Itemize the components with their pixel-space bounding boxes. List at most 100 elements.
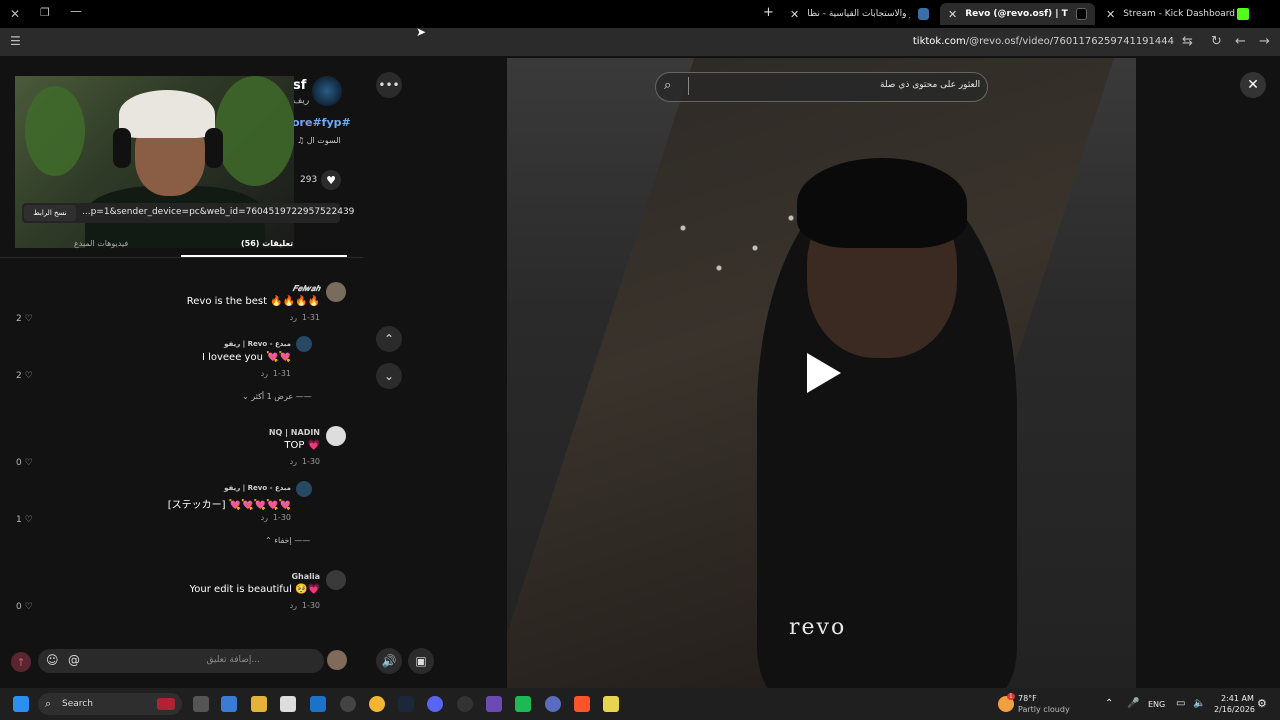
discord-icon[interactable] xyxy=(427,696,443,712)
commenter-avatar[interactable] xyxy=(296,336,312,352)
tab-creator-videos[interactable]: فيديوهات المبدع xyxy=(74,239,128,248)
commenter-name[interactable]: NQ | NADIN xyxy=(269,428,320,437)
clock-time[interactable]: 2:41 AM xyxy=(1221,694,1254,703)
chrome-icon[interactable] xyxy=(369,696,385,712)
windows-start-icon[interactable] xyxy=(13,696,29,712)
tab-kick[interactable]: ✕ Stream - Kick Dashboard xyxy=(1098,3,1258,25)
comment-text: [ステッカー] 💘💘💘💘💘 xyxy=(167,500,291,511)
post-hashtags[interactable]: ore#fyp# xyxy=(292,116,351,129)
view-more-replies[interactable]: ⌄ عرض 1 أكثر —— xyxy=(242,392,312,401)
hide-replies[interactable]: ⌃ إخفاء —— xyxy=(265,536,310,545)
settings-icon[interactable] xyxy=(340,696,356,712)
video-player[interactable]: revo xyxy=(507,58,1136,688)
app-icon[interactable] xyxy=(457,696,473,712)
comment-like[interactable]: 2 ♡ xyxy=(16,371,33,381)
reply-link[interactable]: رد xyxy=(261,513,268,522)
tab-title: Stream - Kick Dashboard xyxy=(1123,9,1236,19)
close-window-icon[interactable]: ✕ xyxy=(10,7,20,21)
post-sound[interactable]: ♫ السوت ال xyxy=(297,136,341,145)
comment-date: 1-31 xyxy=(301,313,320,322)
mention-icon[interactable]: @ xyxy=(68,653,82,667)
reply-link[interactable]: رد xyxy=(290,313,297,322)
app-icon[interactable] xyxy=(545,696,561,712)
forward-icon[interactable]: → xyxy=(1259,34,1270,49)
speaker-icon[interactable]: 🔈 xyxy=(1193,698,1205,709)
mail-icon[interactable] xyxy=(310,696,326,712)
taskbar-search-label: Search xyxy=(62,699,93,709)
close-tab-icon[interactable]: ✕ xyxy=(948,8,957,21)
back-icon[interactable]: ← xyxy=(1235,34,1246,49)
tab-title: Revo (@revo.osf) | TikTok | ريفو xyxy=(965,9,1068,19)
send-button[interactable]: ↑ xyxy=(11,652,31,672)
gamepad-icon[interactable] xyxy=(486,696,502,712)
like-button[interactable]: ♥ xyxy=(321,170,341,190)
user-avatar[interactable] xyxy=(327,650,347,670)
close-tab-icon[interactable]: ✕ xyxy=(790,8,799,21)
search-icon[interactable]: ⌕ xyxy=(664,78,671,93)
microphone-icon[interactable]: 🎤 xyxy=(1127,698,1139,709)
commenter-avatar[interactable] xyxy=(296,481,312,497)
next-video-button[interactable]: ⌄ xyxy=(376,363,402,389)
commenter-avatar[interactable] xyxy=(326,282,346,302)
author-name[interactable]: sf xyxy=(293,78,306,93)
new-tab-icon[interactable]: + xyxy=(763,5,774,20)
language-indicator[interactable]: ENG xyxy=(1148,700,1165,709)
comment-text: Your edit is beautiful 🥺💗 xyxy=(189,584,320,595)
network-icon[interactable]: ▭ xyxy=(1176,698,1185,709)
tab-comments[interactable]: تعليقات (56) xyxy=(241,239,293,248)
comment-like[interactable]: 0 ♡ xyxy=(16,458,33,468)
comment-like[interactable]: 0 ♡ xyxy=(16,602,33,612)
volume-button[interactable]: 🔊 xyxy=(376,648,402,674)
comment-date: 1-30 xyxy=(301,601,320,610)
file-explorer-icon[interactable] xyxy=(251,696,267,712)
search-icon: ⌕ xyxy=(45,697,52,710)
commenter-name[interactable]: Ghalia xyxy=(291,572,320,581)
commenter-avatar[interactable] xyxy=(326,570,346,590)
tune-icon[interactable]: ⇆ xyxy=(1182,34,1193,49)
menu-icon[interactable]: ☰ xyxy=(10,34,21,48)
chevron-up-icon[interactable]: ⌃ xyxy=(1105,698,1113,709)
url-field[interactable]: tiktok.com/@revo.osf/video/7601176259741… xyxy=(913,36,1174,47)
video-watermark: revo xyxy=(789,615,847,640)
reload-icon[interactable]: ↻ xyxy=(1211,34,1222,49)
comment-like[interactable]: 1 ♡ xyxy=(16,515,33,525)
reply-link[interactable]: رد xyxy=(290,601,297,610)
pip-button[interactable]: ▣ xyxy=(408,648,434,674)
tab-commands[interactable]: ✕ الأوامر والاستجابات القياسية - نظا xyxy=(782,3,937,25)
close-video-button[interactable]: ✕ xyxy=(1240,72,1266,98)
more-options-button[interactable]: ••• xyxy=(376,72,402,98)
play-icon[interactable] xyxy=(807,353,841,393)
commenter-avatar[interactable] xyxy=(326,426,346,446)
commenter-name[interactable]: ريفو | Revo - مبدع xyxy=(224,484,291,492)
comment-text: TOP 💗 xyxy=(284,440,320,451)
store-icon[interactable] xyxy=(280,696,296,712)
headset-right xyxy=(205,128,223,168)
notepad-icon[interactable] xyxy=(603,696,619,712)
brave-icon[interactable] xyxy=(574,696,590,712)
volume-icon: 🔊 xyxy=(381,654,397,668)
minimize-icon[interactable]: — xyxy=(70,4,82,18)
close-tab-icon[interactable]: ✕ xyxy=(1106,8,1115,21)
comment-date: 1-30 xyxy=(272,513,291,522)
weather-badge: 1 xyxy=(1007,693,1015,700)
share-link-text[interactable]: ...p=1&sender_device=pc&web_id=760451972… xyxy=(82,207,354,217)
copy-link-button[interactable]: نسخ الرابط xyxy=(24,205,76,221)
widgets-icon[interactable] xyxy=(221,696,237,712)
author-avatar[interactable] xyxy=(312,76,342,106)
reply-link[interactable]: رد xyxy=(261,369,268,378)
commenter-name[interactable]: ريفو | Revo - مبدع xyxy=(224,340,291,348)
steam-icon[interactable] xyxy=(398,696,414,712)
comment-text: Revo is the best 🔥🔥🔥🔥 xyxy=(186,296,320,307)
commenter-name[interactable]: 𝑭𝒆𝒍𝒘𝒂𝒉 xyxy=(293,284,321,294)
task-view-icon[interactable] xyxy=(193,696,209,712)
restore-icon[interactable]: ❐ xyxy=(40,6,50,19)
url-domain: tiktok.com xyxy=(912,36,966,47)
clock-date[interactable]: 2/16/2026 xyxy=(1214,705,1255,714)
previous-video-button[interactable]: ⌃ xyxy=(376,326,402,352)
comment-like[interactable]: 2 ♡ xyxy=(16,314,33,324)
tab-tiktok[interactable]: ✕ Revo (@revo.osf) | TikTok | ريفو xyxy=(940,3,1095,25)
emoji-icon[interactable]: ☺ xyxy=(46,653,60,667)
app-icon[interactable] xyxy=(515,696,531,712)
notification-icon[interactable]: ⚙ xyxy=(1257,697,1267,710)
reply-link[interactable]: رد xyxy=(290,457,297,466)
